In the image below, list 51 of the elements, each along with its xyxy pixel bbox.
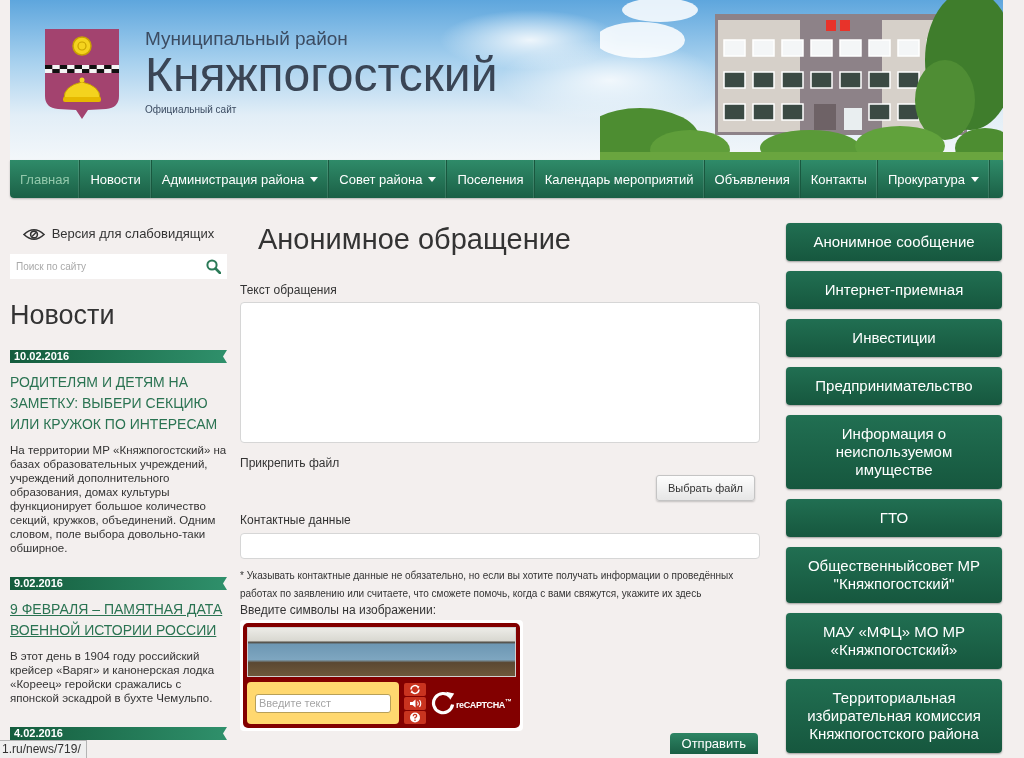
page-title: Анонимное обращение xyxy=(258,222,571,257)
news-title-link[interactable]: 9 ФЕВРАЛЯ – ПАМЯТНАЯ ДАТА ВОЕННОЙ ИСТОРИИ РОССИИ xyxy=(10,599,227,641)
sidebar-link-button[interactable]: Инвестиции xyxy=(786,319,1002,357)
help-icon[interactable] xyxy=(404,710,426,724)
coat-of-arms-icon xyxy=(44,28,120,120)
site-tagline: Официальный сайт xyxy=(145,104,238,116)
circular-arrow-icon xyxy=(431,690,455,716)
nav-item[interactable]: Главная xyxy=(10,160,81,198)
sidebar-link-button[interactable]: Территориальная избирательная комиссия Княжпогостского района xyxy=(786,679,1002,753)
nav-item[interactable]: Контакты xyxy=(800,160,878,198)
speaker-icon[interactable] xyxy=(404,696,426,710)
nav-item[interactable]: Совет района xyxy=(329,160,448,198)
news-date: 9.02.2016 xyxy=(10,577,227,590)
sidebar-link-button[interactable]: Предпринимательство xyxy=(786,367,1002,405)
news-title-link[interactable]: РОДИТЕЛЯМ И ДЕТЯМ НА ЗАМЕТКУ: ВЫБЕРИ СЕКЦИЮ ИЛИ КРУЖОК ПО ИНТЕРЕСАМ xyxy=(10,372,227,435)
field-label: Контактные данные xyxy=(240,513,351,527)
sidebar-link-button[interactable]: Интернет-приемная xyxy=(786,271,1002,309)
nav-item[interactable]: Новости xyxy=(80,160,152,198)
search-input[interactable]: Поиск по сайту xyxy=(16,257,202,276)
search-field[interactable]: Поиск по сайту xyxy=(10,254,227,279)
submit-button[interactable]: Отправить xyxy=(669,733,758,754)
sidebar-link-button[interactable]: ГТО xyxy=(786,499,1002,537)
sidebar-link-button[interactable]: Анонимное сообщение xyxy=(786,223,1002,261)
news-heading: Новости xyxy=(10,299,115,331)
search-icon[interactable] xyxy=(206,259,221,274)
captcha-input[interactable]: Введите текст xyxy=(255,693,391,713)
eye-icon xyxy=(22,227,45,241)
choose-file-button[interactable]: Выбрать файл xyxy=(655,475,755,501)
sidebar-link-button[interactable]: Информация о неиспользуемом имуществе xyxy=(786,415,1002,489)
field-label: Прикрепить файл xyxy=(240,456,340,470)
nav-item[interactable]: Календарь мероприятий xyxy=(534,160,705,198)
nav-item[interactable]: Объявления xyxy=(704,160,801,198)
contact-input[interactable] xyxy=(240,533,760,559)
status-url: 1.ru/news/719/ xyxy=(0,740,87,758)
header-subtitle: Муниципальный район xyxy=(145,28,349,50)
news-date: 10.02.2016 xyxy=(10,350,227,363)
refresh-icon[interactable] xyxy=(404,682,426,696)
sidebar-link-button[interactable]: МАУ «МФЦ» МО МР «Княжпогостский» xyxy=(786,613,1002,669)
news-date: 4.02.2016 xyxy=(10,727,227,740)
nav-item[interactable]: Поселения xyxy=(447,160,535,198)
sidebar-link-button[interactable]: Общественныйсовет МР "Княжпогостский" xyxy=(786,547,1002,603)
nav-item[interactable]: Прокуратура xyxy=(877,160,990,198)
news-summary: На территории МР «Княжпогостский» на базах образовательных учреждений, учреждений дополнительного образования, домах культуры функционирует большое количество секций, кружков, объединений. Одним словом, поле выбора довольно-таки обширное. xyxy=(10,443,227,555)
captcha-logo-text: reCAPTCHA$^{™}$ xyxy=(456,696,512,711)
site-title: Княжпогостский xyxy=(145,50,498,100)
news-summary: В этот день в 1904 году российский крейсер «Варяг» и канонерская лодка «Кореец» геройски сражались с японской эскадрой в бухте Чемульпо. xyxy=(10,649,216,705)
captcha-label: Введите символы на изображении: xyxy=(240,603,436,617)
contact-note: * Указывать контактные данные не обязательно, но если вы хотите получать информации о проведённых работах по заявлению или считаете, что сможете помочь, когда с вами свяжутся, укажите их здесь xyxy=(240,569,735,601)
field-label: Текст обращения xyxy=(240,283,337,297)
nav-item[interactable]: Администрация района xyxy=(151,160,330,198)
low-vision-link[interactable]: Версия для слабовидящих xyxy=(22,224,215,244)
